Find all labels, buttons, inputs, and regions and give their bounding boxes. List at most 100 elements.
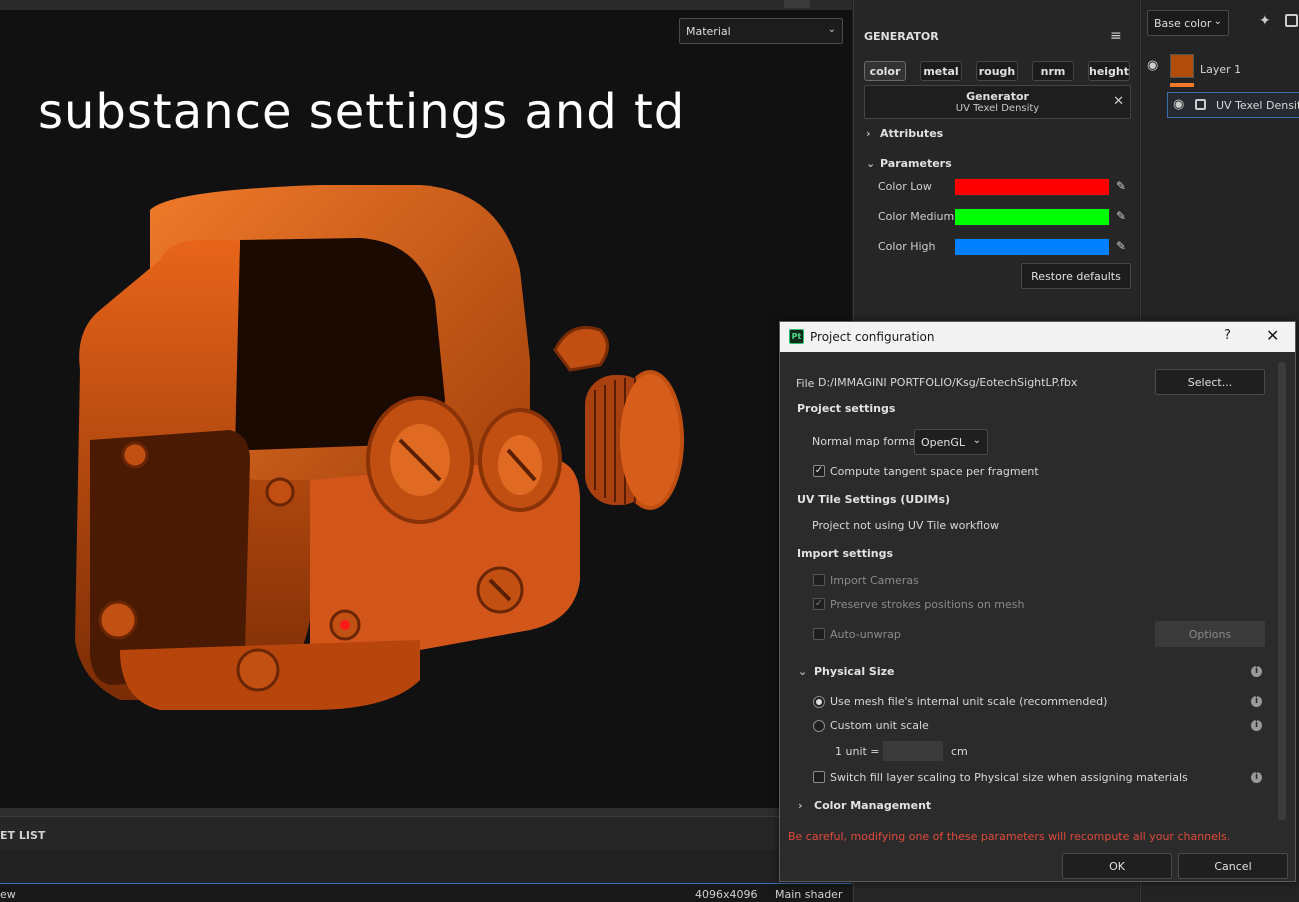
- generator-title: GENERATOR: [864, 30, 939, 43]
- layer-thumbnail: [1170, 54, 1194, 78]
- physical-size-heading: Physical Size: [814, 665, 895, 678]
- viewport-mode-value: Material: [686, 25, 731, 38]
- info-icon[interactable]: i: [1251, 720, 1262, 731]
- generator-box-subtitle: UV Texel Density: [955, 103, 1040, 114]
- chevron-down-icon: ⌄: [1213, 16, 1222, 27]
- chevron-right-icon: ›: [798, 799, 803, 812]
- info-icon[interactable]: i: [1251, 666, 1262, 677]
- channel-chip-height[interactable]: height: [1088, 61, 1130, 81]
- unit-label: 1 unit =: [835, 745, 880, 758]
- eye-icon[interactable]: ◉: [1173, 97, 1184, 112]
- layer-item-layer1[interactable]: ◉ Layer 1: [1141, 48, 1299, 88]
- color-low-swatch[interactable]: [954, 178, 1110, 196]
- eye-icon[interactable]: ◉: [1147, 58, 1158, 73]
- viewport-toolbar-handle[interactable]: [784, 0, 810, 8]
- use-mesh-scale-label: Use mesh file's internal unit scale (rec…: [830, 695, 1108, 708]
- viewport-top-strip: [0, 0, 852, 10]
- attributes-label: Attributes: [880, 127, 944, 140]
- options-button[interactable]: Options: [1155, 621, 1265, 647]
- normal-map-format-select[interactable]: OpenGL ⌄: [914, 429, 988, 455]
- normal-map-value: OpenGL: [921, 436, 966, 449]
- ok-button[interactable]: OK: [1062, 853, 1172, 879]
- param-label-color-high: Color High: [878, 240, 936, 253]
- eyedropper-icon[interactable]: ✎: [1116, 209, 1126, 223]
- attributes-section[interactable]: › Attributes: [866, 127, 943, 140]
- info-icon[interactable]: i: [1251, 772, 1262, 783]
- select-file-button[interactable]: Select...: [1155, 369, 1265, 395]
- generator-icon: [1195, 99, 1206, 110]
- overlay-title-text: substance settings and td: [38, 84, 686, 140]
- file-label: File: [796, 377, 815, 390]
- asset-list-body[interactable]: [0, 850, 852, 883]
- layer-name: Layer 1: [1200, 63, 1242, 76]
- chevron-down-icon: ⌄: [798, 665, 808, 678]
- help-icon[interactable]: ?: [1224, 328, 1231, 343]
- dialog-scrollbar[interactable]: [1278, 362, 1286, 820]
- viewport-mode-select[interactable]: Material ⌄: [679, 18, 843, 44]
- layer-name: UV Texel Density: [1216, 99, 1299, 112]
- chevron-down-icon: ⌄: [827, 24, 836, 35]
- use-mesh-scale-radio[interactable]: [813, 696, 825, 708]
- dialog-titlebar[interactable]: Pt Project configuration ? ✕: [780, 322, 1295, 352]
- custom-scale-label: Custom unit scale: [830, 719, 929, 732]
- asset-list-title: ET LIST: [0, 829, 46, 842]
- switch-fill-checkbox[interactable]: [813, 771, 825, 783]
- preserve-strokes-label: Preserve strokes positions on mesh: [830, 598, 1025, 611]
- parameters-section[interactable]: ⌄ Parameters: [866, 157, 952, 170]
- restore-defaults-button[interactable]: Restore defaults: [1021, 263, 1131, 289]
- udim-heading: UV Tile Settings (UDIMs): [797, 493, 951, 506]
- channel-select[interactable]: Base color ⌄: [1147, 10, 1229, 36]
- color-medium-swatch[interactable]: [954, 208, 1110, 226]
- layer-color-bar: [1170, 83, 1194, 87]
- import-cameras-label: Import Cameras: [830, 574, 919, 587]
- tangent-space-label: Compute tangent space per fragment: [830, 465, 1039, 478]
- param-label-color-medium: Color Medium: [878, 210, 955, 223]
- close-icon[interactable]: ✕: [1113, 94, 1124, 109]
- eyedropper-icon[interactable]: ✎: [1116, 239, 1126, 253]
- channel-select-value: Base color: [1154, 17, 1212, 30]
- generator-box-title: Generator: [966, 90, 1029, 103]
- close-icon[interactable]: ✕: [1266, 326, 1279, 345]
- mask-icon[interactable]: [1285, 14, 1298, 27]
- normal-map-label: Normal map format: [812, 435, 920, 448]
- 3d-viewport[interactable]: Material ⌄ substance settings and td: [0, 0, 852, 808]
- cancel-button[interactable]: Cancel: [1178, 853, 1288, 879]
- preserve-strokes-checkbox[interactable]: ✓: [813, 598, 825, 610]
- menu-icon[interactable]: ≡: [1110, 28, 1122, 44]
- chevron-down-icon: ⌄: [972, 435, 981, 446]
- unit-scale-input[interactable]: [883, 741, 943, 761]
- shader-text: Main shader: [775, 888, 843, 901]
- status-bar: ew 4096x4096 Main shader: [0, 883, 852, 902]
- project-settings-heading: Project settings: [797, 402, 896, 415]
- import-cameras-checkbox[interactable]: [813, 574, 825, 586]
- color-management-section[interactable]: › Color Management: [798, 799, 931, 812]
- import-settings-heading: Import settings: [797, 547, 894, 560]
- color-high-swatch[interactable]: [954, 238, 1110, 256]
- channel-chip-color[interactable]: color: [864, 61, 906, 81]
- warning-text: Be careful, modifying one of these param…: [788, 830, 1231, 843]
- chevron-right-icon: ›: [866, 127, 871, 140]
- info-icon[interactable]: i: [1251, 696, 1262, 707]
- physical-size-section[interactable]: ⌄ Physical Size: [798, 665, 894, 678]
- panel-splitter[interactable]: [0, 808, 852, 816]
- channel-chip-nrm[interactable]: nrm: [1032, 61, 1074, 81]
- channel-chip-rough[interactable]: rough: [976, 61, 1018, 81]
- chevron-down-icon: ⌄: [866, 157, 876, 170]
- parameters-label: Parameters: [880, 157, 952, 170]
- status-left-text: ew: [0, 888, 16, 901]
- generator-resource-box[interactable]: Generator UV Texel Density ✕: [864, 85, 1131, 119]
- custom-scale-radio[interactable]: [813, 720, 825, 732]
- eyedropper-icon[interactable]: ✎: [1116, 179, 1126, 193]
- magic-wand-icon[interactable]: ✦: [1259, 13, 1271, 29]
- channel-chip-metal[interactable]: metal: [920, 61, 962, 81]
- project-configuration-dialog: Pt Project configuration ? ✕ File D:/IMM…: [779, 321, 1296, 882]
- dialog-title: Project configuration: [810, 330, 935, 344]
- param-label-color-low: Color Low: [878, 180, 932, 193]
- resolution-text: 4096x4096: [695, 888, 758, 901]
- auto-unwrap-checkbox[interactable]: [813, 628, 825, 640]
- layer-item-uv-texel-density[interactable]: ◉ UV Texel Density: [1167, 92, 1299, 118]
- switch-fill-label: Switch fill layer scaling to Physical si…: [830, 771, 1188, 784]
- udim-text: Project not using UV Tile workflow: [812, 519, 999, 532]
- color-management-heading: Color Management: [814, 799, 932, 812]
- tangent-space-checkbox[interactable]: ✓: [813, 465, 825, 477]
